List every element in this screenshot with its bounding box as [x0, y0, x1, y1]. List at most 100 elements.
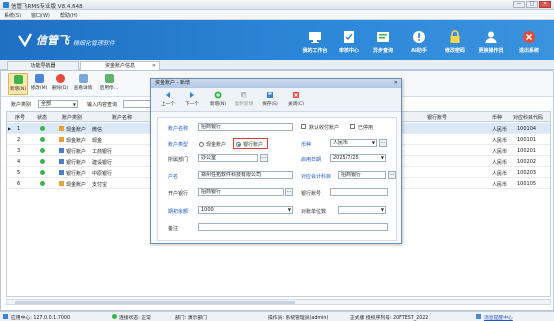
cash-account-icon — [59, 137, 64, 142]
col-type: 账户类别 — [62, 115, 83, 121]
message-center-link[interactable]: 消息提醒中心 — [484, 314, 513, 321]
next-button[interactable]: 下一个 — [181, 90, 203, 110]
account-type-field-label: 账户类型 — [168, 142, 189, 148]
currency-lookup-button[interactable]: … — [379, 139, 387, 147]
remark-label: 备注 — [168, 226, 179, 232]
minimize-button[interactable]: — — [513, 1, 525, 8]
toggle-icon — [104, 74, 114, 83]
cell-code: 100101 — [517, 137, 537, 143]
bank-account-radio-label: 银行账户 — [243, 142, 264, 148]
brand-slogan: 精细化管理软件 — [73, 39, 116, 47]
approval-icon — [344, 31, 354, 43]
start-date-input[interactable]: 2025/7/25 ▼ — [330, 154, 386, 162]
reconcile-unit-select[interactable]: ▼ — [338, 206, 386, 214]
change-password-label: 修改密码 — [444, 48, 465, 54]
maximize-button[interactable]: □ — [526, 1, 538, 8]
subject-lookup-button[interactable]: … — [388, 171, 396, 179]
details-icon — [78, 74, 88, 83]
account-name-input[interactable]: 招商银行 — [198, 123, 293, 131]
opening-balance-input[interactable]: 1000 ▼ — [198, 206, 293, 214]
calendar-dropdown-icon: ▼ — [380, 155, 384, 160]
close-window-button[interactable]: ✕ — [539, 1, 551, 8]
cash-account-radio[interactable] — [199, 142, 204, 147]
ai-assistant-button[interactable]: AI助手 — [404, 30, 434, 58]
prev-button[interactable]: 上一个 — [157, 90, 179, 110]
chevron-down-icon: ▼ — [380, 207, 384, 212]
async-query-button[interactable]: 异步查询 — [368, 30, 398, 58]
cell-type: 现金账户 — [66, 127, 87, 133]
cell-code: 100105 — [517, 181, 537, 187]
default-account-checkbox[interactable] — [301, 124, 306, 129]
exit-system-button[interactable]: 退出系统 — [514, 30, 544, 58]
status-ok-icon — [40, 159, 45, 164]
approval-center-button[interactable]: 审核中心 — [334, 30, 364, 58]
dialog-close-button[interactable]: 关闭(C) — [285, 90, 307, 110]
delete-button[interactable]: 删除(D) — [50, 73, 70, 95]
save-button[interactable]: 保存(S) — [259, 90, 281, 110]
add-label: 新增(N) — [9, 87, 27, 92]
disabled-checkbox[interactable] — [350, 124, 355, 129]
cell-name: 中原银行 — [92, 171, 113, 177]
switch-operator-label: 更换操作员 — [478, 48, 504, 54]
row-pointer-icon: ▶ — [8, 126, 12, 131]
cell-no: 5 — [17, 170, 21, 176]
dialog-close-icon[interactable]: ✕ — [394, 79, 398, 88]
save-icon — [267, 92, 273, 98]
menu-window[interactable]: 窗口(W) — [31, 12, 50, 19]
ai-assistant-icon — [413, 31, 425, 43]
tab-fund-account-info[interactable]: 资金账户信息 ✕ — [80, 61, 160, 70]
horizontal-scrollbar[interactable] — [6, 299, 551, 305]
prev-label: 上一个 — [161, 102, 175, 107]
menu-system[interactable]: 系统(S) — [4, 12, 21, 19]
bank-account-icon — [59, 170, 64, 175]
edit-button[interactable]: 修改(M) — [29, 73, 49, 95]
bank-input[interactable]: 招商银行 — [198, 188, 284, 196]
window-controls: — □ ✕ — [513, 1, 551, 8]
bank-account-input[interactable] — [330, 188, 388, 196]
scrollbar-thumb[interactable] — [15, 301, 295, 304]
dialog-toolbar: 上一个 下一个 新增(N) 复制新增 保存(S) 关闭(C) — [151, 88, 401, 112]
add-button[interactable]: 新增(N) — [8, 73, 28, 95]
copy-add-button[interactable]: 复制新增 — [233, 90, 255, 110]
account-type-select[interactable]: 全部 ▼ — [38, 100, 78, 108]
opening-balance-label: 期初余额 — [168, 209, 189, 215]
bank-lookup-button[interactable]: … — [285, 188, 293, 196]
department-input[interactable]: 办公室 — [198, 154, 258, 162]
query-input[interactable] — [123, 100, 151, 108]
col-status: 状态 — [37, 115, 48, 121]
account-form: 账户名称 招商银行 默认收付账户 已停用 账户类型 现金账户 银行账户 币种 人… — [157, 117, 397, 241]
subject-input[interactable]: 招商银行 — [338, 171, 386, 179]
cell-no: 4 — [17, 159, 21, 165]
menu-bar: 系统(S) 窗口(W) 帮助(H) — [0, 10, 554, 20]
connection-status: 连接状态: 正常 — [119, 316, 151, 321]
desktop-button[interactable]: 我的工作台 — [300, 30, 330, 58]
change-password-button[interactable]: 修改密码 — [440, 30, 470, 58]
edit-icon — [34, 74, 44, 83]
holder-name-input[interactable]: 郑州任拓软件科技有限公司 — [198, 171, 293, 179]
cell-name: 建设银行 — [92, 160, 113, 166]
dialog-add-label: 新增(N) — [209, 102, 227, 107]
status-ok-icon — [40, 148, 45, 153]
toggle-status-button[interactable]: 启用停… — [97, 73, 121, 95]
remark-input[interactable] — [198, 223, 388, 231]
status-ok-icon — [40, 170, 45, 175]
save-label: 保存(S) — [262, 102, 278, 107]
dialog-add-button[interactable]: 新增(N) — [207, 90, 229, 110]
cell-no: 1 — [17, 126, 21, 132]
tab-function-navigator[interactable]: 功能导航器 — [7, 61, 79, 70]
tab-function-navigator-label: 功能导航器 — [30, 63, 56, 69]
bank-account-radio[interactable] — [236, 142, 241, 147]
window-title: 信管飞RMS专业版 V8.4.648 — [11, 4, 83, 10]
tab-strip: 功能导航器 资金账户信息 ✕ — [0, 60, 554, 70]
exit-system-label: 退出系统 — [518, 48, 539, 54]
menu-help[interactable]: 帮助(H) — [60, 12, 78, 19]
col-subject-code: 对应科目代码 — [513, 115, 544, 121]
department-status: 部门: 演示部门 — [175, 316, 207, 321]
switch-operator-button[interactable]: 更换操作员 — [476, 30, 506, 58]
connection-ok-icon — [112, 314, 117, 319]
details-button[interactable]: 查看详情 — [71, 73, 95, 95]
department-lookup-button[interactable]: … — [260, 154, 268, 162]
tab-close-icon[interactable]: ✕ — [152, 62, 156, 70]
currency-select[interactable]: 人民币 ▼ — [330, 139, 377, 147]
copy-add-icon — [241, 92, 247, 98]
